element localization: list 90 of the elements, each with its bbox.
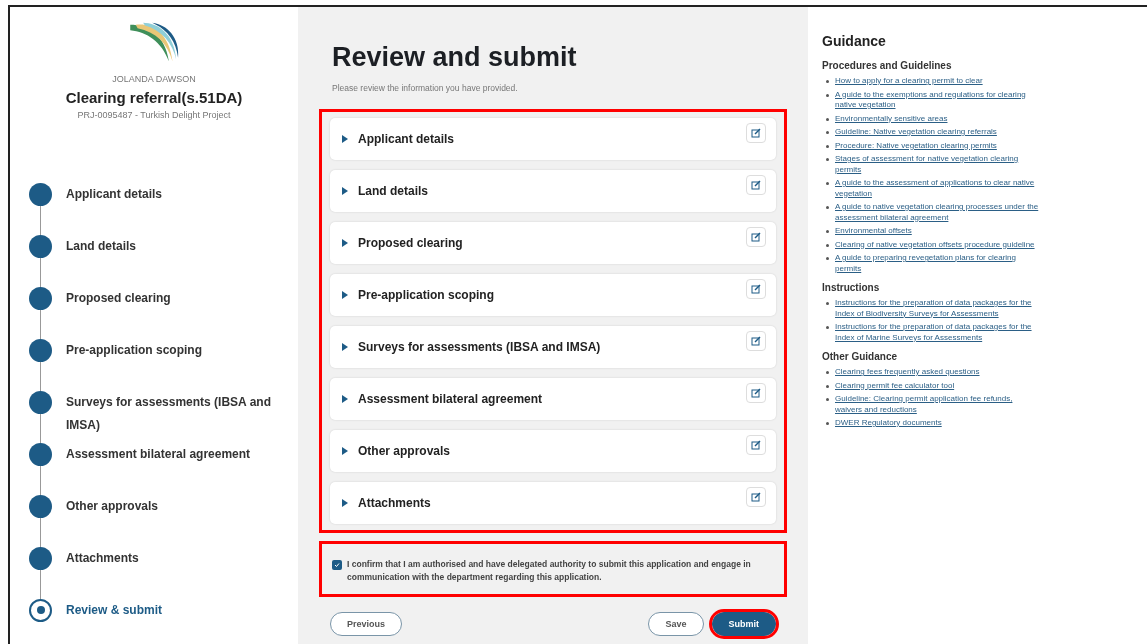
edit-icon [751,128,761,139]
edit-button[interactable] [746,383,766,404]
edit-button[interactable] [746,331,766,352]
accordion-header[interactable]: Pre-application scoping [330,274,776,317]
bullet-icon [826,422,829,425]
edit-button[interactable] [746,123,766,144]
step-link[interactable]: Review & submit [66,598,276,622]
bullet-icon [826,80,829,83]
edit-icon [751,492,761,503]
edit-button[interactable] [746,175,766,196]
page-subtitle: Please review the information you have provided. [332,81,519,95]
edit-icon [751,284,761,295]
guidance-link[interactable]: A guide to preparing revegetation plans for clearing permits [835,253,1041,274]
bullet-icon [826,243,829,247]
accordion-header[interactable]: Surveys for assessments (IBSA and IMSA) [330,326,776,369]
caret-icon [342,187,348,196]
bullet-icon [826,230,829,233]
step-link[interactable]: Land details [66,234,276,258]
edit-button[interactable] [746,435,766,456]
checkbox[interactable] [332,560,342,571]
step-link[interactable]: Other approvals [66,494,276,518]
guidance-link[interactable]: Clearing permit fee calculator tool [835,380,955,391]
bullet-icon [826,302,829,305]
step-link[interactable]: Pre-application scoping [66,338,276,362]
guidance-link[interactable]: A guide to native vegetation clearing processes under the assessment bilateral agreement [835,202,1041,223]
edit-button[interactable] [746,279,766,300]
guidance-link[interactable]: Clearing fees frequently asked questions [835,367,980,378]
bullet-icon [826,117,829,121]
user-name: JOLANDA DAWSON [111,73,197,86]
bullet-icon [826,93,829,97]
guidance-link[interactable]: Environmental offsets [835,226,912,237]
action-button[interactable]: Submit [711,612,776,637]
section-heading: Other Guidance [822,350,898,364]
page-title: Review and submit [332,41,578,74]
guidance-title: Guidance [822,32,887,51]
bullet-icon [826,398,829,401]
guidance-link[interactable]: Guideline: Native vegetation clearing referrals [835,127,997,138]
caret-icon [342,395,348,404]
bullet-icon [826,144,829,148]
guidance-link[interactable]: Guideline: Clearing permit application fee refunds, waivers and reductions [835,394,1041,415]
caret-icon [342,239,348,248]
accordion-header[interactable]: Assessment bilateral agreement [330,378,776,421]
step-link[interactable]: Applicant details [66,182,276,206]
bullet-icon [826,182,829,185]
guidance-link[interactable]: Procedure: Native vegetation clearing permits [835,140,997,151]
edit-button[interactable] [746,487,766,508]
guidance-link[interactable]: Instructions for the preparation of data packages for the Index of Marine Surveys for Assessments [835,322,1041,343]
guidance-link[interactable]: DWER Regulatory documents [835,418,942,429]
edit-button[interactable] [746,227,766,248]
action-button[interactable]: Save [648,612,704,637]
guidance-link[interactable]: Stages of assessment for native vegetation clearing permits [835,154,1041,175]
step-link[interactable]: Surveys for assessments (IBSA and IMSA) [66,390,276,437]
project-reference: PRJ-0095487 - Turkish Delight Project [76,109,232,122]
edit-icon [751,232,761,243]
check-icon [334,562,340,569]
accordion-header[interactable]: Other approvals [330,430,776,473]
guidance-link[interactable]: How to apply for a clearing permit to clear [835,76,983,87]
action-button[interactable]: Previous [330,612,403,637]
guidance-link[interactable]: Instructions for the preparation of data packages for the Index of Biodiversity Surveys for Assessments [835,298,1041,319]
caret-icon [342,447,348,456]
accordion-header[interactable]: Proposed clearing [330,222,776,265]
accordion-header[interactable]: Attachments [330,482,776,525]
step-link[interactable]: Assessment bilateral agreement [66,442,276,466]
accordion-header[interactable]: Applicant details [330,118,776,161]
guidance-link[interactable]: A guide to the assessment of applications to clear native vegetation [835,178,1041,199]
bullet-icon [826,158,829,161]
edit-icon [751,336,761,347]
bullet-icon [826,326,829,329]
bullet-icon [826,257,829,260]
edit-icon [751,180,761,191]
guidance-link[interactable]: Environmentally sensitive areas [835,113,948,124]
edit-icon [751,440,761,451]
bullet-icon [826,206,829,209]
caret-icon [342,135,348,144]
caret-icon [342,291,348,300]
edit-icon [751,388,761,399]
caret-icon [342,499,348,508]
confirmation-text: I confirm that I am authorised and have delegated authority to submit this application and engage in communication with the department regarding this application. [347,558,752,585]
bullet-icon [826,371,829,374]
bullet-icon [826,131,829,134]
application-title: Clearing referral(s.51DA) [64,87,244,108]
section-heading: Procedures and Guidelines [822,59,953,73]
step-link[interactable]: Attachments [66,546,276,570]
section-heading: Instructions [822,281,881,295]
step-link[interactable]: Proposed clearing [66,286,276,310]
guidance-link[interactable]: Clearing of native vegetation offsets procedure guideline [835,239,1035,250]
caret-icon [342,343,348,352]
bullet-icon [826,384,829,388]
accordion-header[interactable]: Land details [330,170,776,213]
guidance-link[interactable]: A guide to the exemptions and regulations for clearing native vegetation [835,89,1041,111]
